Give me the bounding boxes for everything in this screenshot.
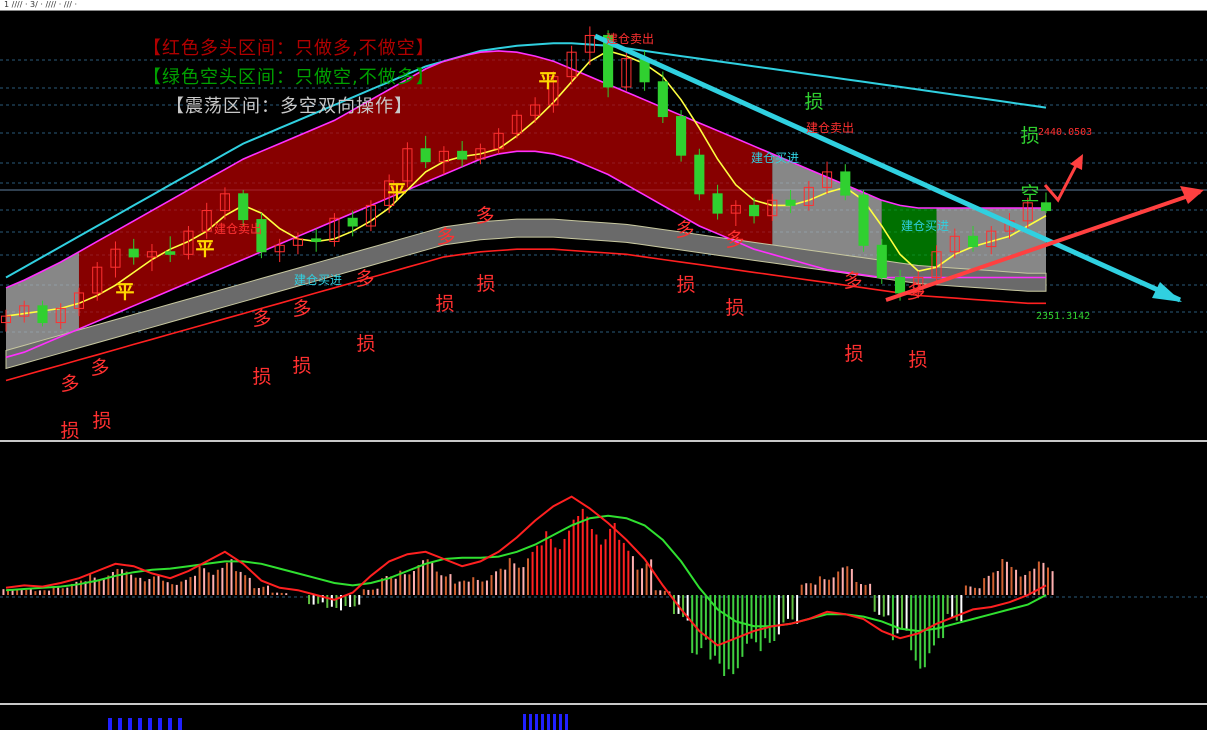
volume-bar [118, 718, 122, 730]
candle-body [1040, 202, 1052, 212]
trend-arrow-up-head [1180, 186, 1204, 204]
signal-marker: 损 [676, 274, 695, 296]
volume-bar [529, 714, 532, 730]
candle-body [165, 251, 176, 255]
signal-marker: 损 [844, 343, 863, 365]
candle-body [876, 244, 887, 278]
candlestick [1040, 192, 1052, 214]
signal-marker: 平 [115, 281, 134, 303]
signal-marker: 平 [387, 181, 406, 203]
candle-body [967, 235, 979, 248]
candlestick [694, 148, 705, 201]
volume-bar [535, 714, 538, 730]
candle-body [37, 305, 48, 324]
candlestick [657, 71, 668, 123]
candle-body [311, 238, 322, 242]
signal-marker: 多 [475, 205, 494, 227]
signal-marker: 多 [252, 308, 271, 330]
signal-marker: 损 [252, 366, 271, 388]
signal-marker: 损 [60, 420, 79, 442]
signal-marker: 多 [725, 229, 744, 251]
panel-separator [0, 440, 1207, 442]
macd-dea-line [5, 514, 1047, 633]
candle-body [858, 194, 869, 246]
legend-bear-zone: 【绿色空头区间：只做空,不做多】 [143, 67, 435, 88]
panel-separator-bottom [0, 703, 1207, 705]
signal-marker: 建仓卖出 [214, 222, 262, 236]
volume-bar [547, 714, 550, 730]
signal-marker: 建仓卖出 [806, 121, 854, 135]
volume-bar [128, 718, 132, 730]
candle-body [238, 193, 249, 221]
candle-body [785, 199, 796, 206]
volume-bar [178, 718, 182, 730]
volume-bar [565, 714, 568, 730]
volume-bar [541, 714, 544, 730]
candlestick [840, 164, 851, 201]
signal-marker: 损 [804, 91, 823, 113]
candlestick [329, 213, 340, 247]
signal-marker: 多 [292, 298, 311, 320]
signal-marker: 损 [476, 273, 495, 295]
signal-marker: 平 [195, 238, 214, 260]
signal-marker: 多 [436, 226, 455, 248]
candle-body [840, 171, 851, 196]
signal-marker: 损 [1020, 125, 1039, 147]
candle-body [694, 154, 705, 195]
candle-body [457, 150, 468, 160]
candle-body [676, 116, 687, 156]
legend-range-zone: 【震荡区间：多空双向操作】 [166, 96, 413, 117]
signal-marker: 损 [908, 349, 927, 371]
legend-bull-zone: 【红色多头区间：只做多,不做空】 [143, 38, 435, 59]
macd-dif-line [5, 495, 1047, 647]
signal-marker: 多 [60, 373, 79, 395]
volume-bar [158, 718, 162, 730]
signal-marker: 多 [90, 357, 109, 379]
signal-marker: 损 [356, 333, 375, 355]
signal-marker: 多 [675, 219, 694, 241]
signal-marker: 建仓买进 [751, 151, 799, 165]
volume-bar [138, 718, 142, 730]
candlestick [858, 189, 869, 252]
signal-marker: 多 [843, 270, 862, 292]
signal-marker: 损 [92, 410, 111, 432]
candle-body [347, 217, 358, 227]
signal-marker: 建仓买进 [901, 219, 949, 233]
candle-body [420, 148, 431, 163]
price-label-lower: 2351.3142 [1036, 311, 1091, 322]
candle-body [128, 248, 139, 258]
signal-marker: 平 [538, 70, 557, 92]
candle-body [712, 193, 723, 214]
signal-marker: 损 [725, 297, 744, 319]
volume-bar [523, 714, 526, 730]
signal-marker: 多 [355, 268, 374, 290]
candle-body [657, 81, 668, 118]
signal-marker: 空 [1020, 183, 1039, 205]
price-label-upper: 2440.0503 [1038, 127, 1093, 138]
signal-marker: 建仓卖出 [606, 32, 654, 46]
volume-bar [108, 718, 112, 730]
candle-body [894, 277, 906, 294]
volume-bar [148, 718, 152, 730]
signal-marker: 损 [292, 355, 311, 377]
candle-body [749, 204, 760, 217]
volume-bar [559, 714, 562, 730]
signal-marker: 多 [906, 281, 925, 303]
signal-marker: 建仓买进 [294, 273, 342, 287]
volume-bar [553, 714, 556, 730]
candlestick [676, 110, 687, 162]
signal-marker: 损 [435, 293, 454, 315]
candlestick [876, 238, 887, 284]
volume-bar [168, 718, 172, 730]
